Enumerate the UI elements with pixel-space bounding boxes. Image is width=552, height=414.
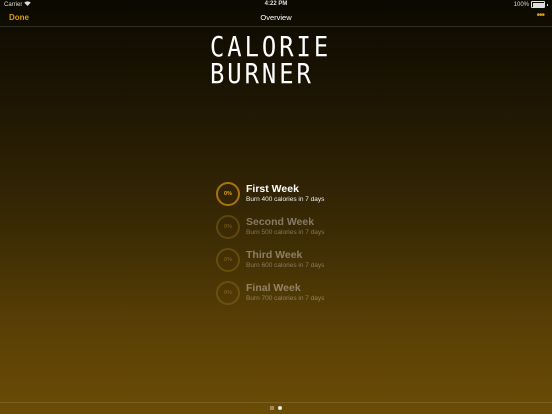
bottom-divider <box>0 402 552 403</box>
week-text: Second Week Burn 500 calories in 7 days <box>246 216 324 237</box>
week-text: Final Week Burn 700 calories in 7 days <box>246 282 324 303</box>
progress-ring: 0% <box>216 281 240 305</box>
week-subtitle: Burn 600 calories in 7 days <box>246 262 325 269</box>
battery-tip <box>547 3 548 6</box>
week-title: Third Week <box>246 249 303 261</box>
progress-value: 0% <box>224 257 232 263</box>
week-text: Third Week Burn 600 calories in 7 days <box>246 249 324 270</box>
week-list: 0% First Week Burn 400 calories in 7 day… <box>216 181 416 313</box>
week-subtitle: Burn 500 calories in 7 days <box>246 229 325 236</box>
navigation-bar: Done Overview ••• <box>0 10 552 27</box>
progress-value: 0% <box>224 224 232 230</box>
nav-title: Overview <box>260 13 292 22</box>
page-dot-current[interactable] <box>278 406 282 410</box>
progress-ring: 0% <box>216 248 240 272</box>
more-options-icon[interactable]: ••• <box>536 10 544 21</box>
week-title: Second Week <box>246 216 315 228</box>
week-item-second[interactable]: 0% Second Week Burn 500 calories in 7 da… <box>216 214 416 247</box>
week-item-first[interactable]: 0% First Week Burn 400 calories in 7 day… <box>216 181 416 214</box>
week-item-third[interactable]: 0% Third Week Burn 600 calories in 7 day… <box>216 247 416 280</box>
logo-line-1: CALORIE <box>210 30 332 63</box>
progress-value: 0% <box>224 191 232 197</box>
grid-page-icon[interactable] <box>270 406 274 410</box>
week-title: Final Week <box>246 282 301 294</box>
week-text: First Week Burn 400 calories in 7 days <box>246 183 324 204</box>
week-item-final[interactable]: 0% Final Week Burn 700 calories in 7 day… <box>216 280 416 313</box>
status-bar: Carrier 4:22 PM 100% <box>0 0 552 10</box>
progress-ring: 0% <box>216 182 240 206</box>
week-title: First Week <box>246 183 299 195</box>
progress-ring: 0% <box>216 215 240 239</box>
logo-line-2: BURNER <box>210 57 314 90</box>
status-time: 4:22 PM <box>264 1 288 7</box>
battery-percent: 100% <box>513 1 529 8</box>
page-indicator[interactable] <box>0 405 552 411</box>
status-right: 100% <box>514 1 548 8</box>
week-subtitle: Burn 400 calories in 7 days <box>246 196 325 203</box>
app-logo: CALORIE BURNER <box>210 30 332 90</box>
progress-value: 0% <box>224 290 232 296</box>
week-subtitle: Burn 700 calories in 7 days <box>246 295 325 302</box>
battery-icon <box>531 1 545 8</box>
